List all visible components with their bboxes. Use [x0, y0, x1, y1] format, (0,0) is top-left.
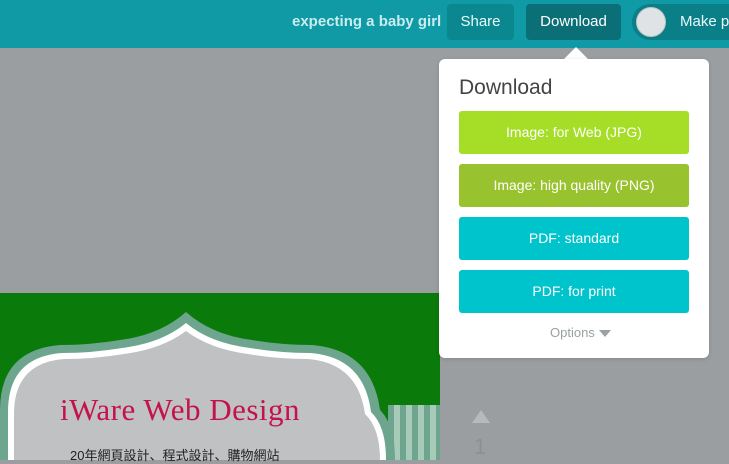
brand-subtitle[interactable]: 20年網頁設計、程式設計、購物網站 [70, 445, 279, 464]
share-button[interactable]: Share [447, 4, 514, 40]
make-public-label: Make p [680, 13, 729, 30]
document-title[interactable]: expecting a baby girl [292, 13, 441, 30]
caret-down-icon [598, 330, 611, 338]
dropdown-pointer [564, 47, 588, 59]
download-jpg-button[interactable]: Image: for Web (JPG) [459, 111, 689, 154]
make-public-toggle[interactable]: Make p [632, 4, 729, 40]
download-pdf-standard-button[interactable]: PDF: standard [459, 217, 689, 260]
download-button[interactable]: Download [526, 4, 621, 40]
download-pdf-print-button[interactable]: PDF: for print [459, 270, 689, 313]
top-toolbar: expecting a baby girl Share Download Mak… [0, 0, 729, 48]
options-toggle[interactable]: Options [550, 325, 611, 340]
decorative-frame [0, 312, 395, 460]
page-number: 1 [474, 434, 487, 459]
download-png-button[interactable]: Image: high quality (PNG) [459, 164, 689, 207]
brand-title[interactable]: iWare Web Design [60, 392, 300, 428]
toggle-knob[interactable] [636, 7, 666, 37]
options-label: Options [550, 325, 595, 340]
dropdown-title: Download [459, 76, 553, 99]
page-up-icon[interactable] [472, 410, 490, 423]
download-dropdown: Download Image: for Web (JPG) Image: hig… [439, 59, 709, 358]
